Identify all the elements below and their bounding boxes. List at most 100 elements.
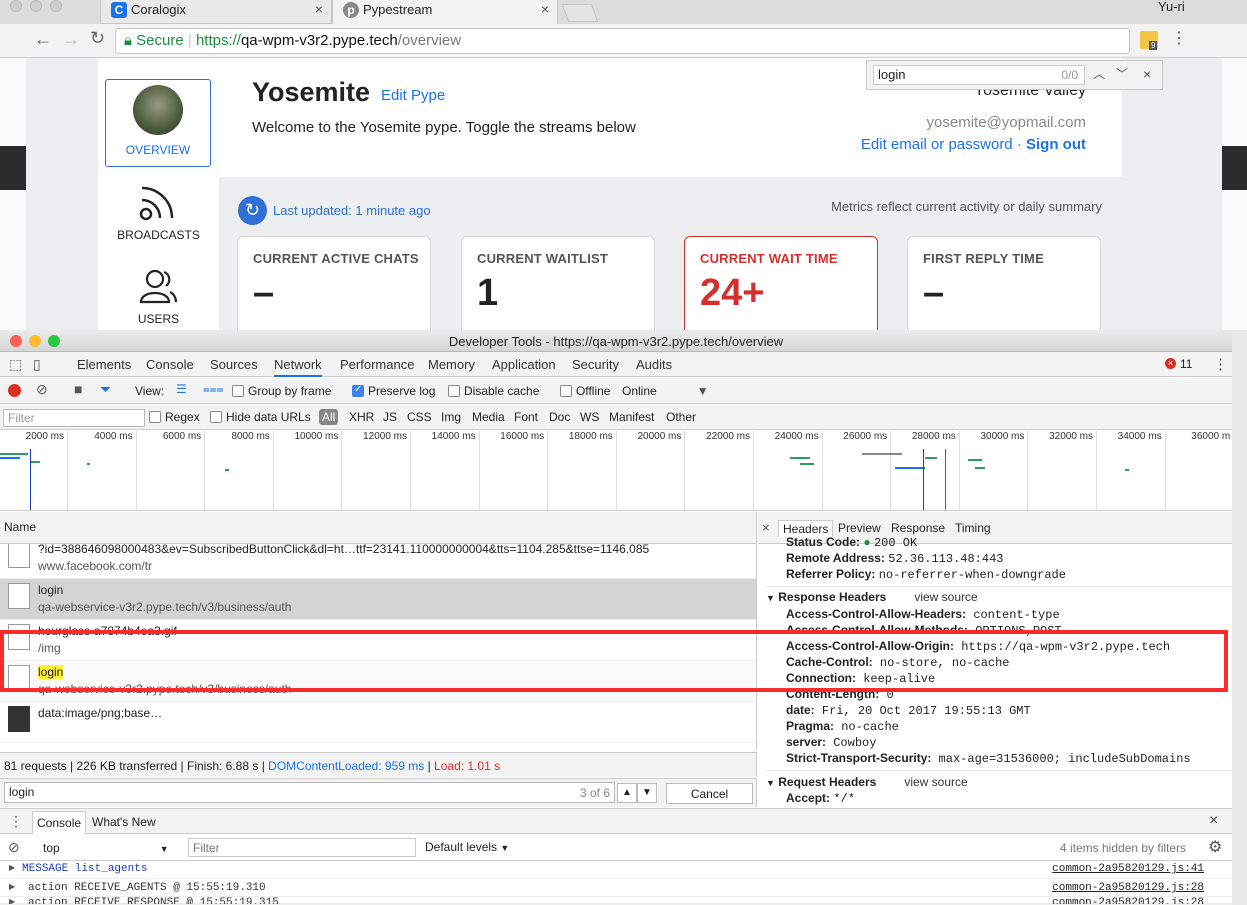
throttling-select[interactable]: Online ▼ bbox=[622, 384, 709, 398]
find-close-icon[interactable]: × bbox=[1143, 66, 1151, 82]
large-rows-icon[interactable]: ☰ bbox=[176, 382, 187, 396]
minimize-icon[interactable] bbox=[29, 335, 41, 347]
search-cancel-button[interactable]: Cancel bbox=[666, 783, 753, 804]
tab-audits[interactable]: Audits bbox=[636, 352, 672, 377]
type-filter-media[interactable]: Media bbox=[472, 410, 505, 424]
forward-arrow-icon[interactable]: → bbox=[62, 29, 80, 50]
record-icon[interactable] bbox=[8, 384, 21, 397]
find-input[interactable]: login 0/0 bbox=[873, 65, 1085, 85]
error-count[interactable]: 11 bbox=[1180, 357, 1192, 371]
search-input[interactable]: login 3 of 6 bbox=[4, 782, 615, 803]
type-filter-xhr[interactable]: XHR bbox=[349, 410, 374, 424]
tab-security[interactable]: Security bbox=[572, 352, 619, 377]
back-arrow-icon[interactable]: ← bbox=[34, 29, 52, 50]
tab-elements[interactable]: Elements bbox=[77, 352, 131, 377]
tab-preview[interactable]: Preview bbox=[838, 521, 881, 535]
address-bar[interactable]: 🔒︎ Secure | https://qa-wpm-v3r2.pype.tec… bbox=[115, 28, 1130, 54]
regex-toggle[interactable]: Regex bbox=[149, 410, 200, 424]
type-filter-img[interactable]: Img bbox=[441, 410, 461, 424]
tab-response[interactable]: Response bbox=[891, 521, 945, 535]
type-filter-font[interactable]: Font bbox=[514, 410, 538, 424]
close-tab-icon[interactable]: × bbox=[315, 1, 323, 17]
nav-users[interactable]: USERS bbox=[98, 312, 219, 326]
devtools-menu-icon[interactable]: ⋮ bbox=[1213, 355, 1228, 373]
tab-application[interactable]: Application bbox=[492, 352, 556, 377]
tab-sources[interactable]: Sources bbox=[210, 352, 258, 377]
view-source-link[interactable]: view source bbox=[904, 775, 967, 789]
browser-tab-coralogix[interactable]: C Coralogix × bbox=[100, 0, 332, 24]
find-next-icon[interactable]: ﹀ bbox=[1116, 65, 1128, 82]
type-filter-other[interactable]: Other bbox=[666, 410, 696, 424]
offline-toggle[interactable]: Offline bbox=[560, 384, 610, 398]
refresh-icon[interactable]: ↻ bbox=[238, 196, 267, 225]
drawer-tab-console[interactable]: Console bbox=[32, 811, 87, 834]
window-close-button[interactable] bbox=[10, 0, 22, 12]
clear-console-icon[interactable]: ⊘ bbox=[8, 839, 20, 856]
group-by-frame-toggle[interactable]: Group by frame bbox=[232, 384, 331, 398]
search-prev-icon[interactable]: ▲ bbox=[617, 783, 637, 803]
response-headers-section[interactable]: ▼ Response Headers view source bbox=[766, 589, 978, 606]
disable-cache-toggle[interactable]: Disable cache bbox=[448, 384, 539, 398]
type-filter-js[interactable]: JS bbox=[383, 410, 397, 424]
tab-performance[interactable]: Performance bbox=[340, 352, 414, 377]
edit-pype-link[interactable]: Edit Pype bbox=[381, 87, 445, 104]
device-toolbar-icon[interactable]: ▯ bbox=[33, 356, 41, 373]
close-tab-icon[interactable]: × bbox=[541, 1, 549, 17]
sign-out-link[interactable]: Sign out bbox=[1026, 136, 1086, 153]
type-filter-ws[interactable]: WS bbox=[580, 410, 599, 424]
request-headers-section[interactable]: ▼ Request Headers view source bbox=[766, 774, 968, 791]
log-levels-select[interactable]: Default levels ▼ bbox=[425, 840, 509, 854]
inspect-element-icon[interactable]: ⬚ bbox=[9, 356, 22, 373]
type-filter-manifest[interactable]: Manifest bbox=[609, 410, 654, 424]
zoom-icon[interactable] bbox=[48, 335, 60, 347]
context-select[interactable]: top ▼ bbox=[43, 841, 169, 855]
metrics-note: Metrics reflect current activity or dail… bbox=[831, 199, 1102, 214]
console-filter-input[interactable]: Filter bbox=[188, 838, 416, 857]
view-source-link[interactable]: view source bbox=[914, 590, 977, 604]
close-details-icon[interactable]: × bbox=[762, 520, 770, 535]
type-filter-all[interactable]: All bbox=[319, 409, 339, 425]
tab-network[interactable]: Network bbox=[274, 352, 322, 377]
hide-data-urls-toggle[interactable]: Hide data URLs bbox=[210, 410, 311, 424]
expand-arrow-icon[interactable]: ▶ bbox=[9, 897, 15, 904]
search-next-icon[interactable]: ▼ bbox=[637, 783, 657, 803]
clear-icon[interactable]: ⊘ bbox=[36, 381, 48, 398]
console-settings-gear-icon[interactable]: ⚙ bbox=[1208, 837, 1222, 857]
nav-overview[interactable]: OVERVIEW bbox=[105, 79, 211, 167]
source-link[interactable]: common-2a95820129.js:41 bbox=[1052, 863, 1204, 875]
source-link[interactable]: common-2a95820129.js:28 bbox=[1052, 897, 1204, 904]
network-overview-timeline[interactable]: 2000 ms 4000 ms 6000 ms 8000 ms 10000 ms 1200… bbox=[0, 431, 1232, 511]
tab-memory[interactable]: Memory bbox=[428, 352, 475, 377]
request-row[interactable]: data:image/png;base… bbox=[0, 702, 756, 743]
find-prev-icon[interactable]: ︿ bbox=[1093, 65, 1105, 82]
tab-console[interactable]: Console bbox=[146, 352, 194, 377]
profile-name[interactable]: Yu-ri bbox=[1158, 0, 1185, 14]
browser-menu-icon[interactable]: ⋮ bbox=[1171, 28, 1187, 48]
tab-timing[interactable]: Timing bbox=[955, 521, 991, 535]
type-filter-css[interactable]: CSS bbox=[407, 410, 432, 424]
request-row[interactable]: ?id=388646098000483&ev=SubscribedButtonC… bbox=[0, 544, 756, 579]
screenshot-icon[interactable]: ■ bbox=[74, 381, 82, 397]
window-minimize-button[interactable] bbox=[30, 0, 42, 12]
expand-arrow-icon[interactable]: ▶ bbox=[9, 863, 15, 872]
edit-account-link[interactable]: Edit email or password bbox=[861, 136, 1013, 153]
expand-arrow-icon[interactable]: ▶ bbox=[9, 882, 15, 891]
close-icon[interactable] bbox=[10, 335, 22, 347]
drawer-tab-whats-new[interactable]: What's New bbox=[92, 815, 156, 829]
new-tab-button[interactable] bbox=[561, 4, 599, 22]
drawer-menu-icon[interactable]: ⋮ bbox=[9, 813, 23, 830]
overview-waterfall-icon[interactable]: ⩶ bbox=[203, 382, 224, 397]
timeline-tick: 36000 m bbox=[1166, 431, 1232, 510]
drawer-close-icon[interactable]: × bbox=[1209, 812, 1218, 830]
type-filter-doc[interactable]: Doc bbox=[549, 410, 570, 424]
nav-broadcasts[interactable]: BROADCASTS bbox=[98, 228, 219, 242]
request-row-selected[interactable]: login qa-webservice-v3r2.pype.tech/v3/bu… bbox=[0, 579, 756, 620]
window-zoom-button[interactable] bbox=[50, 0, 62, 12]
source-link[interactable]: common-2a95820129.js:28 bbox=[1052, 882, 1204, 894]
filter-input[interactable]: Filter bbox=[3, 409, 145, 427]
filter-funnel-icon[interactable]: ⏷ bbox=[100, 381, 111, 398]
browser-tab-pypestream[interactable]: p Pypestream × bbox=[332, 0, 558, 24]
name-column-header[interactable]: Name bbox=[4, 520, 36, 534]
reload-icon[interactable]: ↻ bbox=[90, 28, 105, 49]
preserve-log-toggle[interactable]: Preserve log bbox=[352, 384, 435, 398]
